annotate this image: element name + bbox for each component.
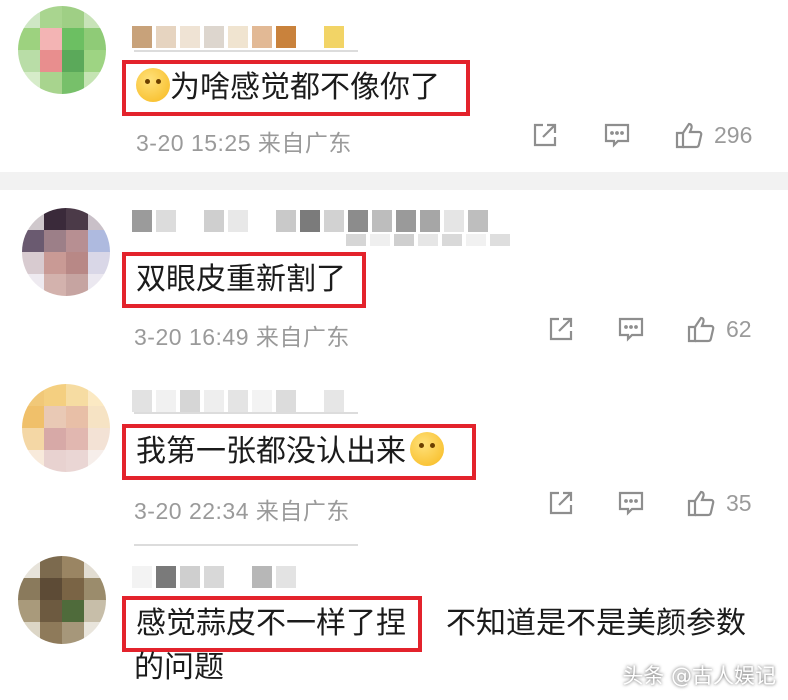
comment-location: 来自广东 — [255, 324, 350, 350]
username-blurred[interactable] — [132, 566, 296, 588]
thumbs-up-icon[interactable] — [686, 488, 716, 518]
section-separator — [0, 172, 788, 190]
comment-icon[interactable] — [616, 488, 646, 518]
laugh-cry-emoji — [410, 432, 444, 466]
username-blurred-row-2 — [346, 234, 510, 246]
avatar[interactable] — [18, 556, 106, 644]
comment-date: 3-20 — [134, 324, 183, 350]
thumbs-up-icon[interactable] — [686, 314, 716, 344]
comment-meta: 3-20 15:25 来自广东 — [136, 124, 352, 158]
comment-trail-text-2: 的问题 — [134, 650, 224, 685]
comment-text: 我第一张都没认出来 — [136, 434, 406, 469]
username-blurred[interactable] — [132, 210, 488, 232]
comment-time: 15:25 — [190, 130, 251, 156]
comment-meta: 3-20 22:34 来自广东 — [134, 492, 350, 526]
thumbs-up-icon[interactable] — [674, 120, 704, 150]
comment-text-box: 双眼皮重新割了 — [122, 252, 366, 308]
comment-location: 来自广东 — [255, 498, 350, 524]
like-count: 62 — [726, 315, 752, 342]
share-icon[interactable] — [546, 488, 576, 518]
comment-time: 22:34 — [188, 498, 249, 524]
comment-text-box: 为啥感觉都不像你了 — [122, 60, 470, 116]
comment-text: 感觉蒜皮不一样了捏 — [136, 606, 406, 641]
share-icon[interactable] — [530, 120, 560, 150]
comment-text: 双眼皮重新割了 — [136, 262, 346, 297]
username-blurred[interactable] — [132, 26, 344, 48]
crying-hug-emoji — [136, 68, 170, 102]
comment-icon[interactable] — [616, 314, 646, 344]
comment-time: 16:49 — [188, 324, 249, 350]
username-blurred[interactable] — [132, 390, 344, 412]
like-count: 35 — [726, 489, 752, 516]
comment-actions: 62 — [546, 314, 752, 344]
comment-meta: 3-20 16:49 来自广东 — [134, 318, 350, 352]
comment-location: 来自广东 — [257, 130, 352, 156]
comment-icon[interactable] — [602, 120, 632, 150]
comment-date: 3-20 — [136, 130, 185, 156]
like-count: 296 — [714, 121, 753, 148]
comment-text: 为啥感觉都不像你了 — [170, 70, 440, 105]
comment-text-box: 感觉蒜皮不一样了捏 — [122, 596, 422, 652]
avatar[interactable] — [22, 208, 110, 296]
watermark: 头条 @古人娱记 — [622, 664, 776, 688]
name-underline — [134, 412, 358, 414]
name-underline — [134, 50, 358, 52]
avatar[interactable] — [18, 6, 106, 94]
share-icon[interactable] — [546, 314, 576, 344]
comment-trail-text: 不知道是不是美颜参数 — [446, 606, 746, 641]
name-underline — [134, 544, 358, 546]
avatar[interactable] — [22, 384, 110, 472]
comment-date: 3-20 — [134, 498, 183, 524]
comment-actions: 35 — [546, 488, 752, 518]
comment-text-box: 我第一张都没认出来 — [122, 424, 476, 480]
comment-actions: 296 — [530, 120, 752, 150]
